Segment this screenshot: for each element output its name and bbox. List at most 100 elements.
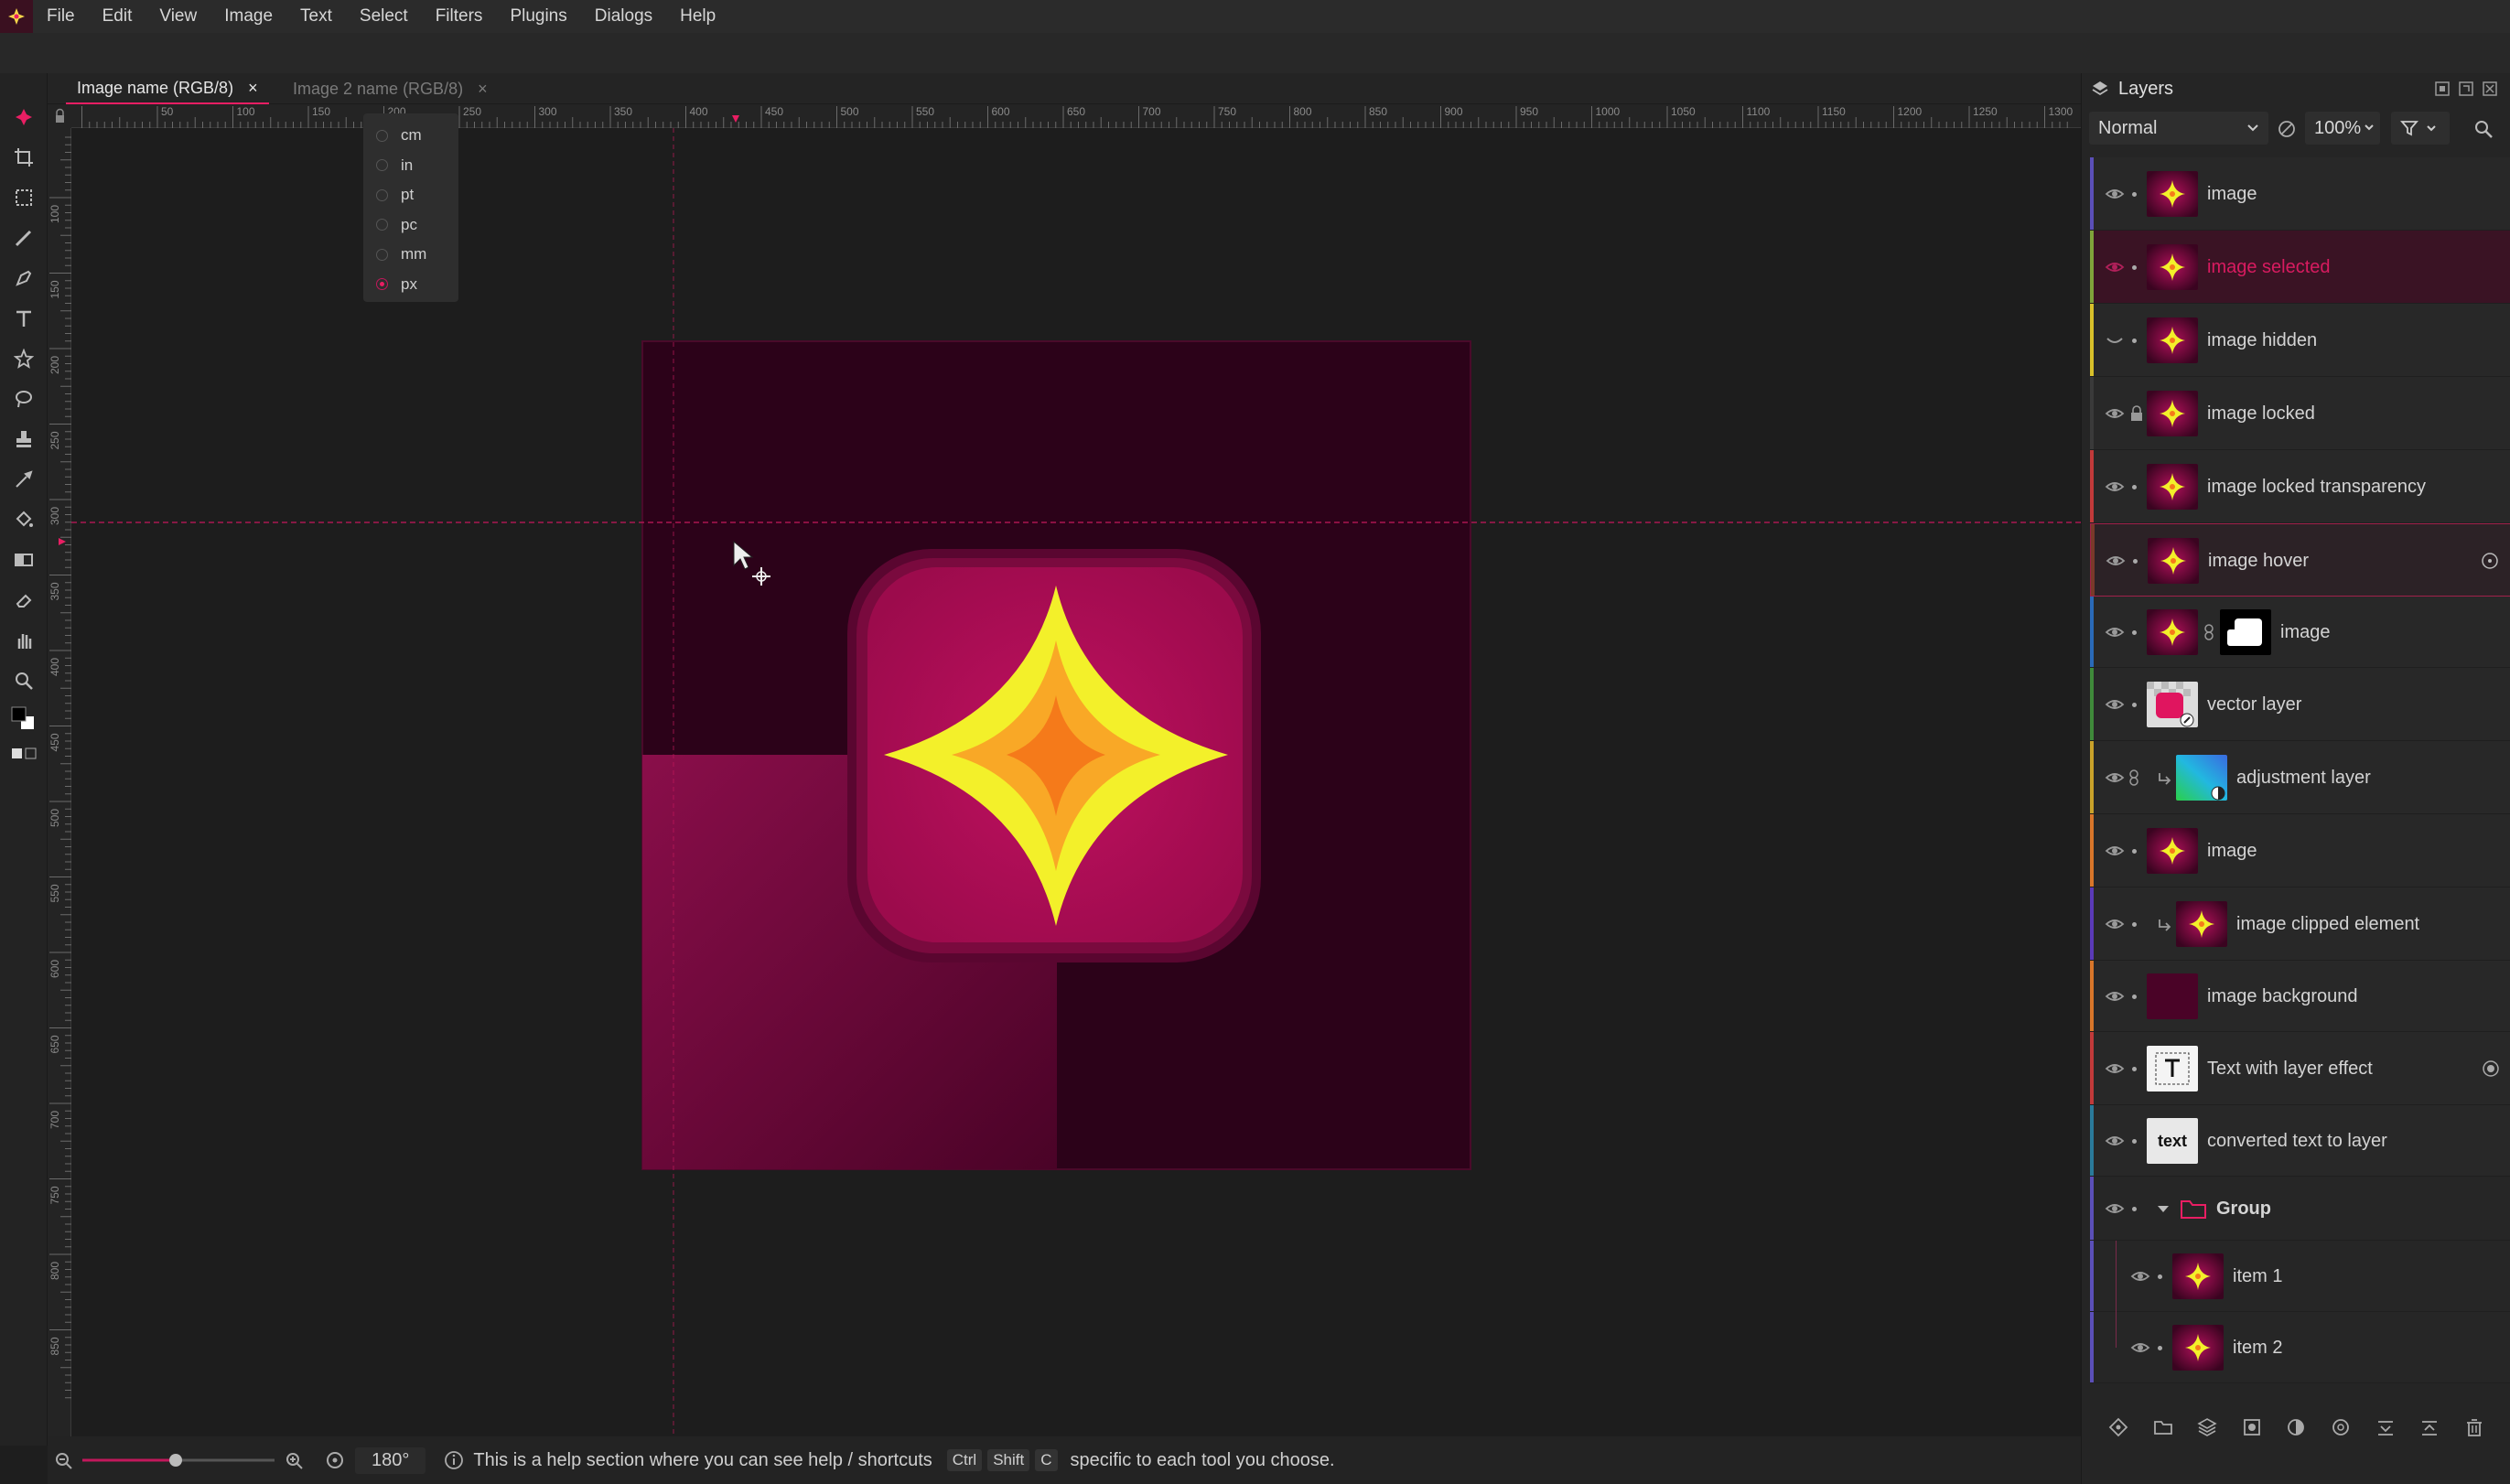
layer-row[interactable]: image clipped element: [2090, 887, 2510, 961]
layer-name[interactable]: vector layer: [2207, 668, 2301, 741]
layer-thumbnail[interactable]: [2147, 1046, 2198, 1091]
layer-thumbnail[interactable]: [2147, 828, 2198, 874]
layer-link-dot[interactable]: [2132, 630, 2137, 635]
lock-icon[interactable]: [2128, 405, 2145, 422]
shape-tool-icon[interactable]: [7, 342, 40, 375]
layer-link-dot[interactable]: [2132, 1067, 2137, 1071]
eye-icon[interactable]: [2105, 1059, 2125, 1078]
gradient-tool-icon[interactable]: [7, 543, 40, 576]
chevron-down-icon[interactable]: [2156, 1201, 2171, 1216]
eye-icon[interactable]: [2105, 915, 2125, 933]
unit-option-in[interactable]: in: [376, 151, 458, 181]
effects-icon[interactable]: [2331, 1417, 2351, 1437]
vertical-ruler[interactable]: 100 150 200 250 300 350 400 450 500 550 600 650 700 7…: [48, 128, 71, 1436]
chain-link-icon[interactable]: [2127, 769, 2141, 787]
horizontal-ruler[interactable]: 50 100 150 200 250 300 350 400 450 500 550 600 650 70…: [48, 104, 2081, 128]
layer-effect-icon[interactable]: [2482, 1059, 2500, 1078]
canvas-area[interactable]: [71, 128, 2081, 1436]
layer-row[interactable]: item 2: [2090, 1312, 2510, 1383]
eye-closed-icon[interactable]: [2105, 331, 2125, 349]
opacity-spinner[interactable]: 100%: [2305, 112, 2380, 145]
layer-link-dot[interactable]: [2132, 849, 2137, 854]
layer-name[interactable]: image clipped element: [2236, 887, 2419, 961]
float-panel-icon[interactable]: [2434, 81, 2451, 97]
eye-icon[interactable]: [2105, 404, 2125, 423]
crop-tool-icon[interactable]: [7, 141, 40, 174]
tab-image-2-name[interactable]: Image 2 name (RGB/8) ×: [282, 73, 499, 104]
layer-row[interactable]: image hover: [2090, 523, 2510, 597]
clipping-arrow-icon[interactable]: [2156, 916, 2172, 932]
menu-image[interactable]: Image: [210, 0, 286, 33]
layer-name[interactable]: image: [2207, 814, 2257, 887]
layer-name[interactable]: image: [2280, 597, 2330, 668]
search-icon[interactable]: [2473, 119, 2494, 139]
menu-select[interactable]: Select: [346, 0, 422, 33]
text-tool-icon[interactable]: [7, 302, 40, 335]
eye-icon[interactable]: [2105, 258, 2125, 276]
move-tool-icon[interactable]: [7, 101, 40, 134]
eye-icon[interactable]: [2105, 478, 2125, 496]
layer-thumbnail[interactable]: [2148, 538, 2199, 584]
layer-row[interactable]: image background: [2090, 961, 2510, 1032]
layer-row[interactable]: image locked transparency: [2090, 450, 2510, 523]
rotation-value[interactable]: 180°: [355, 1446, 426, 1474]
layer-link-dot[interactable]: [2132, 485, 2137, 489]
layer-link-dot[interactable]: [2158, 1274, 2162, 1279]
menu-view[interactable]: View: [145, 0, 210, 33]
layer-name[interactable]: image: [2207, 157, 2257, 231]
folder-icon[interactable]: [2180, 1198, 2207, 1220]
layer-row[interactable]: image: [2090, 157, 2510, 231]
layer-thumbnail[interactable]: [2172, 1253, 2224, 1299]
unit-option-px[interactable]: px: [376, 270, 458, 300]
blend-mode-select[interactable]: Normal: [2089, 112, 2268, 145]
layer-link-dot[interactable]: [2132, 922, 2137, 927]
layer-thumbnail[interactable]: [2147, 391, 2198, 436]
rotate-icon[interactable]: [324, 1449, 346, 1471]
layer-row[interactable]: text converted text to layer: [2090, 1105, 2510, 1177]
close-panel-icon[interactable]: [2482, 81, 2498, 97]
pen-tool-icon[interactable]: [7, 262, 40, 295]
unit-option-pt[interactable]: pt: [376, 180, 458, 210]
adjustment-icon[interactable]: [2286, 1417, 2306, 1437]
eraser-tool-icon[interactable]: [7, 584, 40, 617]
eye-icon[interactable]: [2105, 695, 2125, 714]
chain-link-icon[interactable]: [2203, 623, 2214, 641]
layer-name[interactable]: image hover: [2208, 524, 2309, 597]
layer-row[interactable]: image: [2090, 597, 2510, 668]
layer-row[interactable]: image hidden: [2090, 304, 2510, 377]
layer-name[interactable]: item 2: [2233, 1312, 2282, 1383]
layer-name[interactable]: image background: [2207, 961, 2358, 1032]
layer-options-icon[interactable]: [2481, 552, 2499, 570]
layer-name[interactable]: converted text to layer: [2207, 1105, 2387, 1177]
layer-name[interactable]: image hidden: [2207, 304, 2317, 377]
radio-selected-icon[interactable]: [376, 278, 388, 291]
eye-icon[interactable]: [2105, 842, 2125, 860]
layer-name[interactable]: item 1: [2233, 1241, 2282, 1312]
layer-name[interactable]: image selected: [2207, 231, 2331, 304]
layer-row[interactable]: Group: [2090, 1177, 2510, 1241]
menu-dialogs[interactable]: Dialogs: [581, 0, 666, 33]
flatten-icon[interactable]: [2419, 1417, 2440, 1437]
eye-icon[interactable]: [2130, 1339, 2150, 1357]
eye-icon[interactable]: [2130, 1267, 2150, 1285]
layer-link-dot[interactable]: [2158, 1346, 2162, 1350]
eye-icon[interactable]: [2105, 623, 2125, 641]
layer-link-dot[interactable]: [2132, 1139, 2137, 1144]
layer-link-dot[interactable]: [2132, 192, 2137, 197]
eye-icon[interactable]: [2105, 1132, 2125, 1150]
radio-icon[interactable]: [376, 219, 388, 231]
eye-icon[interactable]: [2105, 185, 2125, 203]
rect-select-tool-icon[interactable]: [7, 181, 40, 214]
quick-mask-icon[interactable]: [7, 737, 40, 770]
tab-image-name[interactable]: Image name (RGB/8) ×: [66, 73, 269, 104]
clipping-arrow-icon[interactable]: [2156, 769, 2172, 786]
color-swatches-icon[interactable]: [7, 703, 40, 736]
add-layer-icon[interactable]: [2108, 1417, 2128, 1437]
layer-row[interactable]: adjustment layer: [2090, 741, 2510, 814]
layer-thumbnail[interactable]: [2176, 901, 2227, 947]
radio-icon[interactable]: [376, 248, 388, 261]
layer-row[interactable]: image selected: [2090, 231, 2510, 304]
layer-link-dot[interactable]: [2133, 559, 2138, 564]
layer-thumbnail[interactable]: [2147, 464, 2198, 510]
lasso-tool-icon[interactable]: [7, 382, 40, 415]
